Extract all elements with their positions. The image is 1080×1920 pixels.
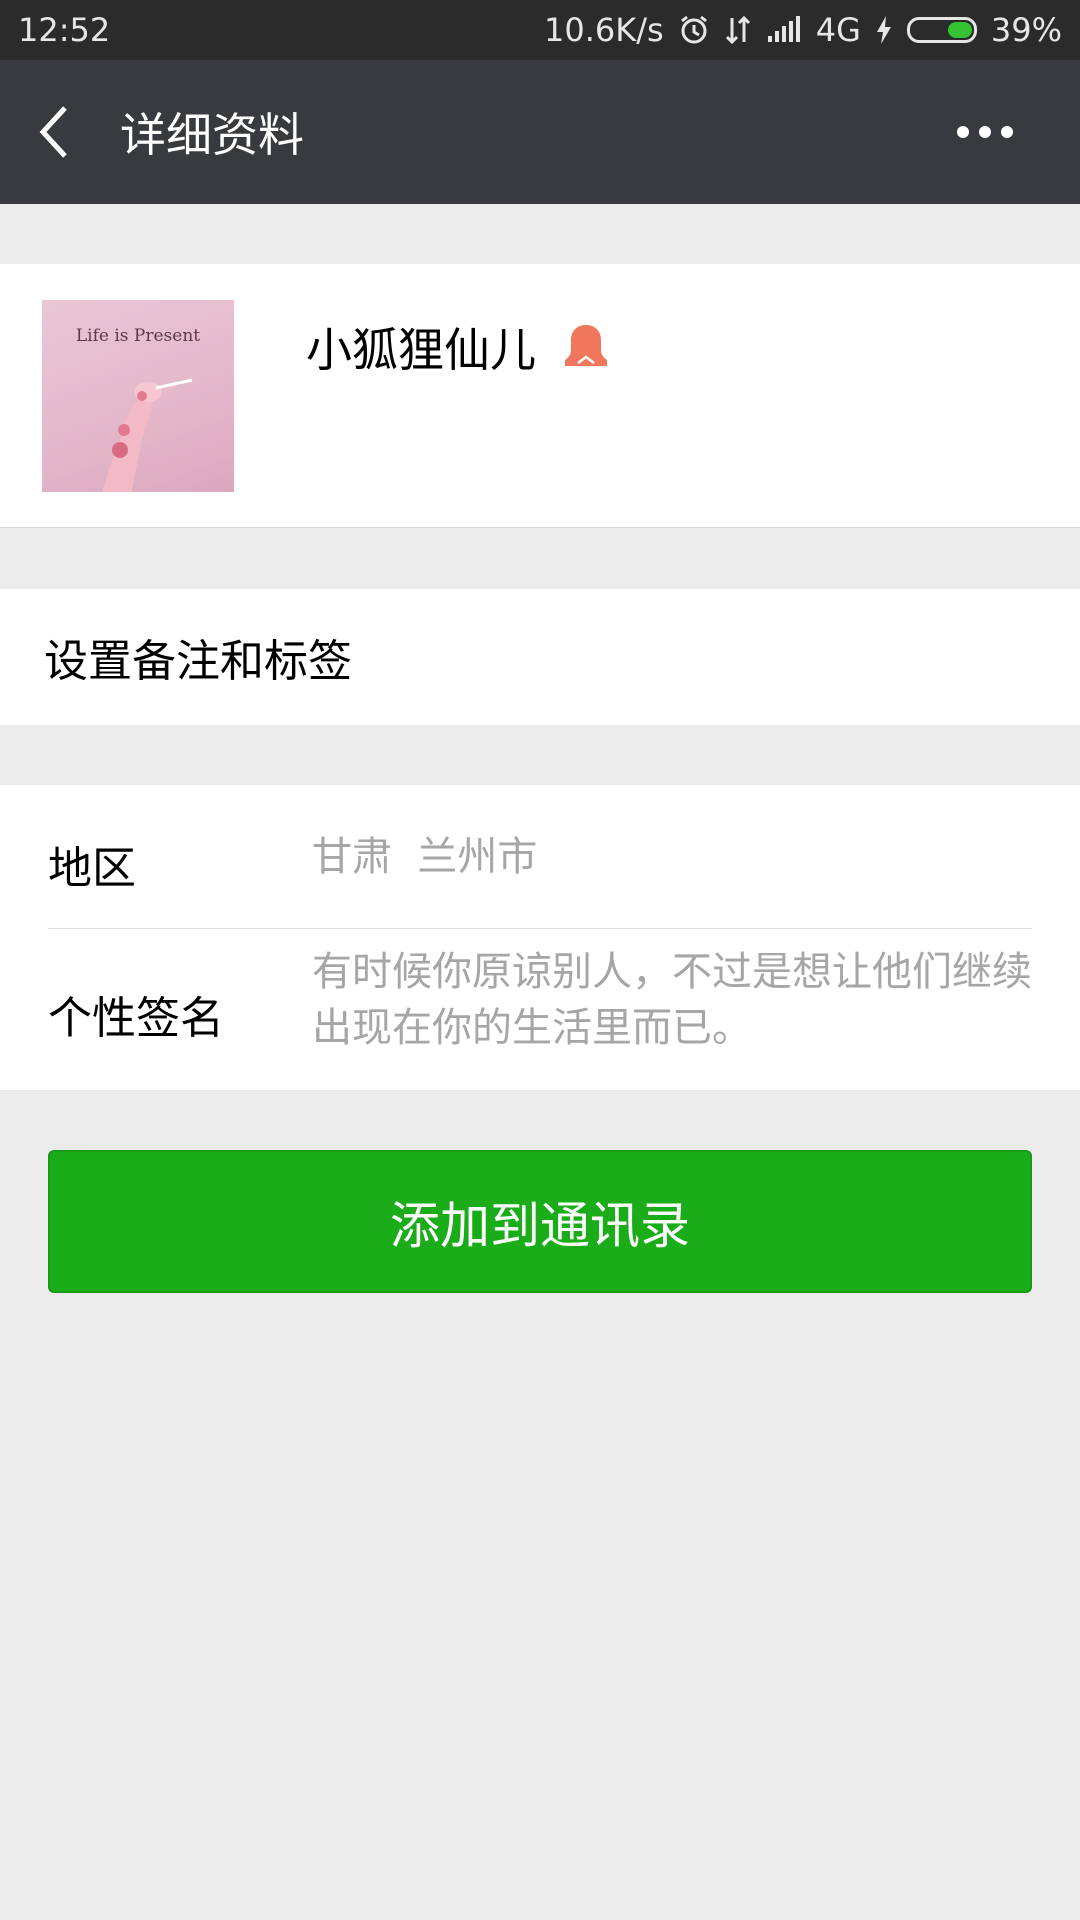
network-type: 4G xyxy=(815,11,861,49)
signature-label: 个性签名 xyxy=(48,993,224,1044)
info-section: 地区 甘肃 兰州市 个性签名 有时候你原谅别人，不过是想让他们继续出现在你的生活… xyxy=(0,785,1080,1090)
signature-row: 个性签名 有时候你原谅别人，不过是想让他们继续出现在你的生活里而已。 xyxy=(48,930,1032,1090)
battery-percent: 39% xyxy=(990,11,1062,49)
profile-card: Life is Present 小狐狸仙儿 xyxy=(0,264,1080,528)
back-button[interactable] xyxy=(0,60,110,204)
battery-level xyxy=(948,22,972,38)
title-bar: 详细资料 xyxy=(0,60,1080,204)
region-row: 地区 甘肃 兰州市 xyxy=(48,785,1032,929)
remark-label: 设置备注和标签 xyxy=(44,636,352,687)
charging-icon xyxy=(875,15,893,45)
net-speed: 10.6K/s xyxy=(544,11,664,49)
nickname-row: 小狐狸仙儿 xyxy=(306,314,610,380)
alarm-icon xyxy=(678,14,710,46)
signal-icon xyxy=(766,16,802,44)
region-value: 甘肃 兰州市 xyxy=(312,834,538,880)
battery-icon xyxy=(906,17,977,43)
nickname: 小狐狸仙儿 xyxy=(306,323,536,377)
avatar[interactable]: Life is Present xyxy=(42,300,234,492)
status-time: 12:52 xyxy=(18,11,111,49)
more-options-button[interactable] xyxy=(930,60,1040,204)
add-to-contacts-button[interactable]: 添加到通讯录 xyxy=(48,1150,1032,1293)
page-title: 详细资料 xyxy=(120,108,304,162)
status-indicators: 10.6K/s 4G 39% xyxy=(544,11,1062,49)
signature-value: 有时候你原谅别人，不过是想让他们继续出现在你的生活里而已。 xyxy=(312,949,1032,1051)
female-icon xyxy=(565,325,607,366)
data-transfer-icon xyxy=(724,14,752,46)
region-label: 地区 xyxy=(48,843,136,894)
status-bar: 12:52 10.6K/s 4G 39% xyxy=(0,0,1080,60)
avatar-hand-illustration xyxy=(102,378,193,492)
back-arrow-icon xyxy=(39,106,67,158)
more-dots-icon xyxy=(957,126,1013,138)
set-remark-and-tags-row[interactable]: 设置备注和标签 xyxy=(0,589,1080,725)
